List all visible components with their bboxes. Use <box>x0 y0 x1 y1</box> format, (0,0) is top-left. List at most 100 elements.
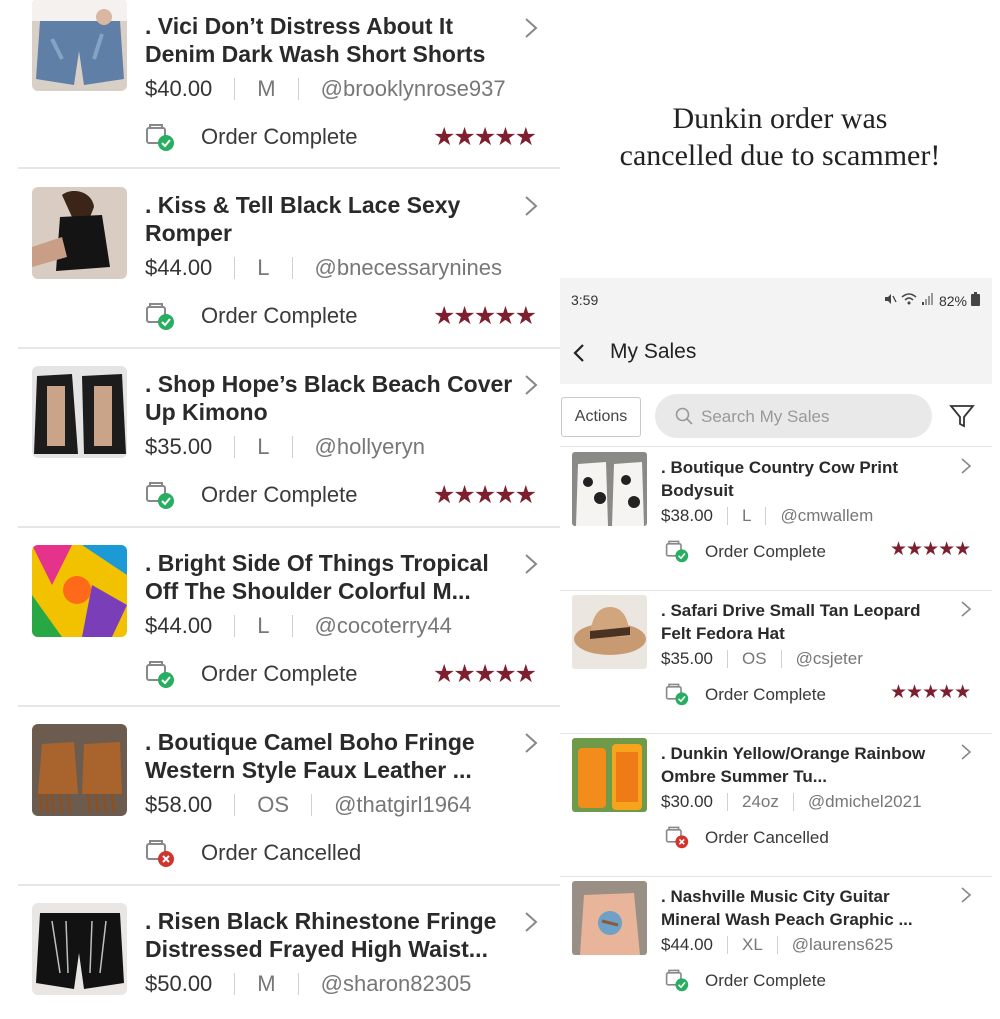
list-item[interactable]: . Safari Drive Small Tan Leopard Felt Fe… <box>560 591 992 734</box>
rating-stars: ★★★★★ <box>433 123 537 151</box>
buyer-username[interactable]: @thatgirl1964 <box>334 792 471 818</box>
chevron-right-icon[interactable] <box>958 458 974 474</box>
actions-button[interactable]: Actions <box>561 397 641 437</box>
chevron-right-icon[interactable] <box>520 553 542 575</box>
buyer-username[interactable]: @dmichel2021 <box>808 792 922 812</box>
list-item[interactable]: . Nashville Music City Guitar Mineral Wa… <box>560 877 992 1019</box>
wifi-icon <box>901 292 917 309</box>
status-text: Order Complete <box>705 971 826 990</box>
item-meta: $38.00 L @cmwallem <box>661 506 873 526</box>
sales-toolbar: Actions <box>560 386 992 447</box>
product-thumbnail <box>32 366 127 458</box>
item-size: M <box>257 971 276 996</box>
item-title[interactable]: . Boutique Country Cow Print Bodysuit <box>661 456 941 502</box>
item-price: $35.00 <box>661 649 713 668</box>
item-size: OS <box>742 649 767 668</box>
chevron-right-icon[interactable] <box>520 17 542 39</box>
list-item[interactable]: . Shop Hope’s Black Beach Cover Up Kimon… <box>18 348 560 528</box>
chevron-right-icon[interactable] <box>958 744 974 760</box>
list-item[interactable]: . Vici Don’t Distress About It Denim Dar… <box>18 0 560 169</box>
item-price: $44.00 <box>661 935 713 954</box>
chevron-right-icon[interactable] <box>520 732 542 754</box>
item-title[interactable]: . Safari Drive Small Tan Leopard Felt Fe… <box>661 599 941 645</box>
item-meta: $44.00 L @cocoterry44 <box>145 613 452 639</box>
buyer-username[interactable]: @brooklynrose937 <box>321 76 506 102</box>
rating-stars: ★★★★★ <box>433 660 537 688</box>
list-item[interactable]: . Boutique Country Cow Print Bodysuit $3… <box>560 448 992 591</box>
chevron-right-icon[interactable] <box>958 887 974 903</box>
order-complete-icon <box>145 480 175 510</box>
status-text: Order Cancelled <box>201 840 362 865</box>
item-size: OS <box>257 792 290 817</box>
item-price: $50.00 <box>145 971 213 996</box>
caption-line-1: Dunkin order was <box>672 102 888 135</box>
search-input[interactable] <box>699 404 903 430</box>
order-complete-icon <box>665 968 689 992</box>
list-item[interactable]: . Kiss & Tell Black Lace Sexy Romper $44… <box>18 169 560 349</box>
list-item[interactable]: . Risen Black Rhinestone Fringe Distress… <box>18 885 560 1000</box>
order-complete-icon <box>145 659 175 689</box>
chevron-right-icon[interactable] <box>520 374 542 396</box>
item-title[interactable]: . Dunkin Yellow/Orange Rainbow Ombre Sum… <box>661 742 941 788</box>
buyer-username[interactable]: @hollyeryn <box>315 434 425 460</box>
product-thumbnail <box>32 0 127 91</box>
item-title[interactable]: . Boutique Camel Boho Fringe Western Sty… <box>145 728 515 784</box>
buyer-username[interactable]: @bnecessarynines <box>315 255 502 281</box>
order-cancelled-icon <box>665 825 689 849</box>
rating-stars: ★★★★★ <box>433 481 537 509</box>
order-complete-icon <box>665 682 689 706</box>
chevron-right-icon[interactable] <box>958 601 974 617</box>
buyer-username[interactable]: @laurens625 <box>792 935 893 955</box>
list-item[interactable]: . Bright Side Of Things Tropical Off The… <box>18 527 560 707</box>
filter-icon[interactable] <box>948 402 976 430</box>
item-title[interactable]: . Vici Don’t Distress About It Denim Dar… <box>145 12 515 68</box>
item-size: M <box>257 76 276 101</box>
list-item[interactable]: . Boutique Camel Boho Fringe Western Sty… <box>18 706 560 886</box>
product-thumbnail <box>572 452 647 526</box>
product-thumbnail <box>572 881 647 955</box>
item-title[interactable]: . Risen Black Rhinestone Fringe Distress… <box>145 907 515 963</box>
back-arrow-icon[interactable] <box>568 341 592 365</box>
item-title[interactable]: . Bright Side Of Things Tropical Off The… <box>145 549 515 605</box>
list-item[interactable]: . Dunkin Yellow/Orange Rainbow Ombre Sum… <box>560 734 992 877</box>
item-price: $44.00 <box>145 255 213 280</box>
item-price: $35.00 <box>145 434 213 459</box>
buyer-username[interactable]: @csjeter <box>796 649 863 669</box>
item-price: $44.00 <box>145 613 213 638</box>
order-complete-icon <box>145 301 175 331</box>
order-complete-icon <box>665 539 689 563</box>
item-meta: $44.00 XL @laurens625 <box>661 935 893 955</box>
product-thumbnail <box>32 545 127 637</box>
product-thumbnail <box>32 724 127 816</box>
battery-percent: 82% <box>938 292 967 309</box>
status-text: Order Complete <box>705 685 826 704</box>
status-text: Order Cancelled <box>705 828 829 847</box>
item-title[interactable]: . Nashville Music City Guitar Mineral Wa… <box>661 885 941 931</box>
caption-text: Dunkin order was cancelled due to scamme… <box>560 100 1000 174</box>
mute-icon <box>883 292 897 309</box>
buyer-username[interactable]: @cocoterry44 <box>315 613 452 639</box>
item-price: $30.00 <box>661 792 713 811</box>
product-thumbnail <box>572 738 647 812</box>
item-meta: $35.00 L @hollyeryn <box>145 434 425 460</box>
buyer-username[interactable]: @cmwallem <box>780 506 873 526</box>
search-bar[interactable] <box>655 394 932 438</box>
order-complete-icon <box>145 122 175 152</box>
item-meta: $50.00 M @sharon82305 <box>145 971 471 997</box>
rating-stars: ★★★★★ <box>433 302 537 330</box>
item-title[interactable]: . Kiss & Tell Black Lace Sexy Romper <box>145 191 515 247</box>
item-meta: $30.00 24oz @dmichel2021 <box>661 792 922 812</box>
item-title[interactable]: . Shop Hope’s Black Beach Cover Up Kimon… <box>145 370 515 426</box>
chevron-right-icon[interactable] <box>520 911 542 933</box>
left-sales-list: . Vici Don’t Distress About It Denim Dar… <box>0 0 560 1000</box>
item-meta: $35.00 OS @csjeter <box>661 649 863 669</box>
item-meta: $44.00 L @bnecessarynines <box>145 255 502 281</box>
buyer-username[interactable]: @sharon82305 <box>321 971 472 997</box>
status-icons: 82% <box>883 292 980 309</box>
item-size: XL <box>742 935 763 954</box>
product-thumbnail <box>572 595 647 669</box>
search-icon <box>675 407 693 425</box>
status-text: Order Complete <box>201 124 358 149</box>
item-meta: $58.00 OS @thatgirl1964 <box>145 792 471 818</box>
chevron-right-icon[interactable] <box>520 195 542 217</box>
